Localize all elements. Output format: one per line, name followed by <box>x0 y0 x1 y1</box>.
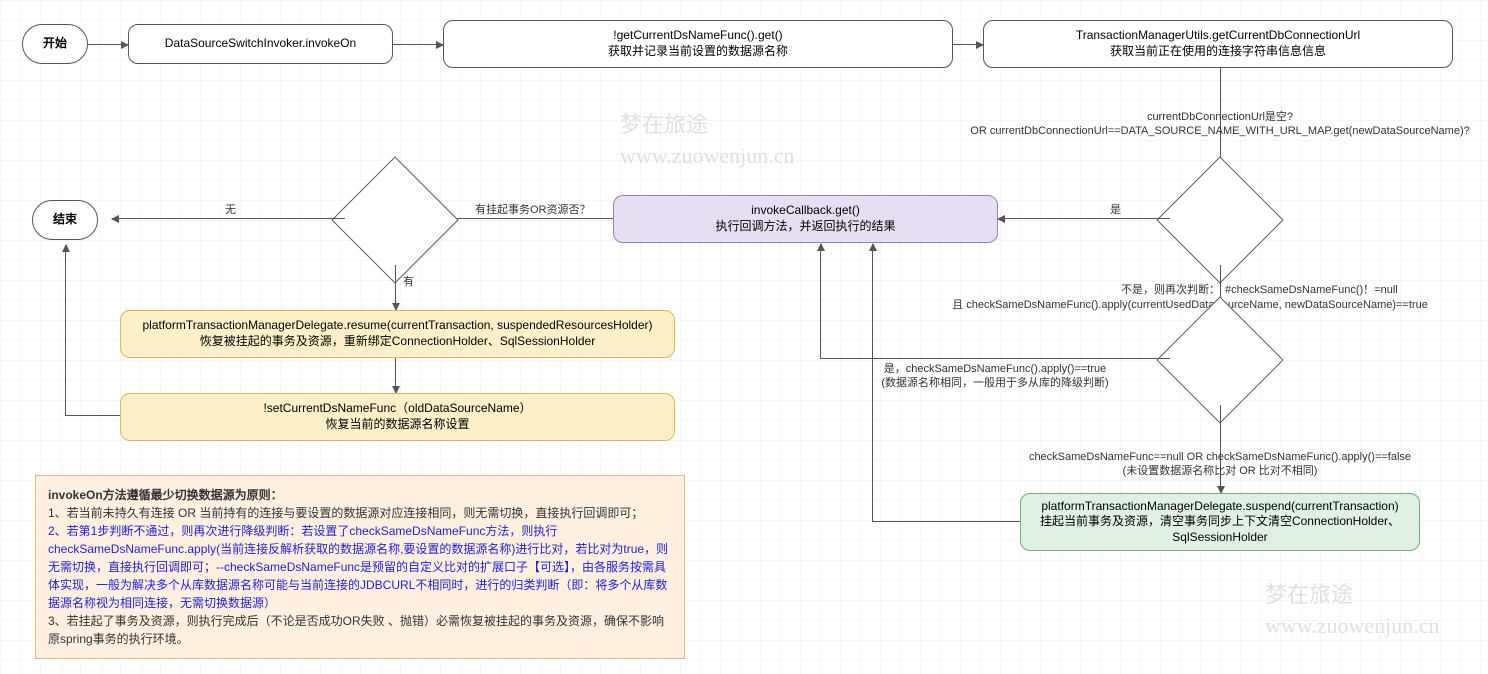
node-end: 结束 <box>32 200 98 240</box>
node-getcurrent: !getCurrentDsNameFunc().get() 获取并记录当前设置的… <box>443 20 953 68</box>
arrow-ion-getcurrent <box>393 44 443 45</box>
node-callback: invokeCallback.get() 执行回调方法，并返回执行的结果 <box>613 195 998 243</box>
arrow-d3-resume <box>395 265 396 310</box>
label-d2-right-a: #checkSameDsNameFunc()！=null <box>1225 283 1475 297</box>
node-suspend: platformTransactionManagerDelegate.suspe… <box>1020 493 1420 551</box>
watermark-1: 梦在旅途 www.zuowenjun.cn <box>620 110 795 172</box>
arrow-cb-d3 <box>445 218 613 219</box>
label-d2-no: checkSameDsNameFunc==null OR checkSameDs… <box>1000 450 1440 479</box>
arrow-resume-set <box>395 358 396 393</box>
watermark-2: 梦在旅途 www.zuowenjun.cn <box>1265 580 1440 642</box>
note-box: invokeOn方法遵循最少切换数据源为原则： 1、若当前未持久有连接 OR 当… <box>35 475 685 659</box>
label-d1-yes: 是 <box>1110 203 1121 217</box>
arrow-d2-suspend <box>1220 405 1221 493</box>
label-cond3: 有挂起事务OR资源否？ <box>475 203 591 217</box>
note-title: invokeOn方法遵循最少切换数据源为原则： <box>48 488 283 502</box>
label-d2-left: 不是，则再次判断： <box>910 283 1220 297</box>
arrow-gc-tx <box>953 44 983 45</box>
arrow-set-v <box>65 245 66 416</box>
node-start: 开始 <box>22 24 88 64</box>
arrow-d1-callback <box>998 218 1170 219</box>
arrow-d3-end <box>112 218 345 219</box>
arrow-sus-h <box>872 521 1020 522</box>
arrow-start-invokeon <box>88 44 128 45</box>
node-txutil: TransactionManagerUtils.getCurrentDbConn… <box>983 20 1453 68</box>
label-d2-bline: 且 checkSameDsNameFunc().apply(currentUse… <box>910 298 1470 312</box>
note-p2: 2、若第1步判断不通过，则再次进行降级判断：若设置了checkSameDsNam… <box>48 524 668 610</box>
node-resume: platformTransactionManagerDelegate.resum… <box>120 310 675 358</box>
arrow-sus-v <box>872 244 873 522</box>
arrow-d2-left-v <box>820 244 821 359</box>
label-d3-no: 无 <box>225 203 236 217</box>
arrow-set-h <box>65 415 120 416</box>
label-d3-yes: 有 <box>403 275 414 289</box>
label-cond1: currentDbConnectionUrl是空? OR currentDbCo… <box>970 110 1470 139</box>
note-p1: 1、若当前未持久有连接 OR 当前持有的连接与要设置的数据源对应连接相同，则无需… <box>48 506 643 520</box>
node-setcurrent: !setCurrentDsNameFunc（oldDataSourceName）… <box>120 393 675 441</box>
note-p3: 3、若挂起了事务及资源，则执行完成后（不论是否成功OR失败 、抛错）必需恢复被挂… <box>48 614 664 646</box>
node-invokeon: DataSourceSwitchInvoker.invokeOn <box>128 24 393 64</box>
